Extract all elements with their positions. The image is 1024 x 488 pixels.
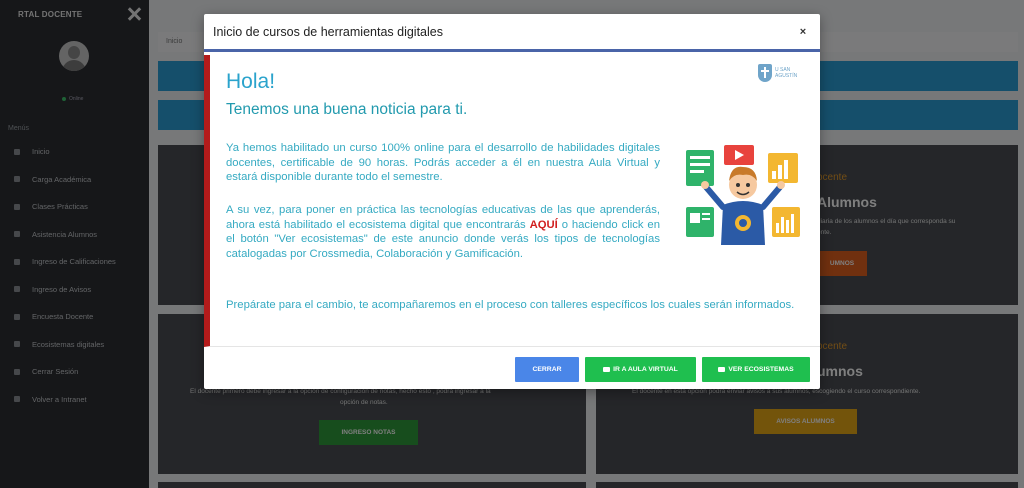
greeting: Hola!: [226, 70, 276, 93]
modal-close-icon[interactable]: ×: [796, 26, 810, 38]
ver-ecosistemas-button[interactable]: VER ECOSISTEMAS: [702, 357, 810, 382]
subtitle: Tenemos una buena noticia para ti.: [226, 101, 468, 118]
modal-body: U SAN AGUSTÍN Hola! Tenemos una buena no…: [204, 55, 820, 347]
modal-footer: CERRAR IR A AULA VIRTUAL VER ECOSISTEMAS: [204, 354, 820, 382]
logo-text-2: AGUSTÍN: [775, 73, 798, 79]
aqui-link[interactable]: AQUÍ: [530, 219, 558, 231]
modal-header: Inicio de cursos de herramientas digital…: [204, 14, 820, 52]
paragraph-ecosystem: A su vez, para poner en práctica las tec…: [226, 204, 660, 260]
cerrar-button[interactable]: CERRAR: [515, 357, 579, 382]
paragraph-course: Ya hemos habilitado un curso 100% online…: [226, 142, 660, 183]
announcement-modal: Inicio de cursos de herramientas digital…: [204, 14, 820, 389]
modal-title: Inicio de cursos de herramientas digital…: [213, 24, 443, 39]
university-logo: U SAN AGUSTÍN: [758, 62, 810, 84]
digital-learning-illustration-icon: [686, 145, 800, 245]
eye-icon: [718, 367, 726, 372]
graduation-cap-icon: [603, 367, 611, 372]
university-shield-icon: [758, 64, 772, 82]
ir-aula-virtual-button[interactable]: IR A AULA VIRTUAL: [585, 357, 696, 382]
paragraph-workshops: Prepárate para el cambio, te acompañarem…: [226, 299, 795, 311]
